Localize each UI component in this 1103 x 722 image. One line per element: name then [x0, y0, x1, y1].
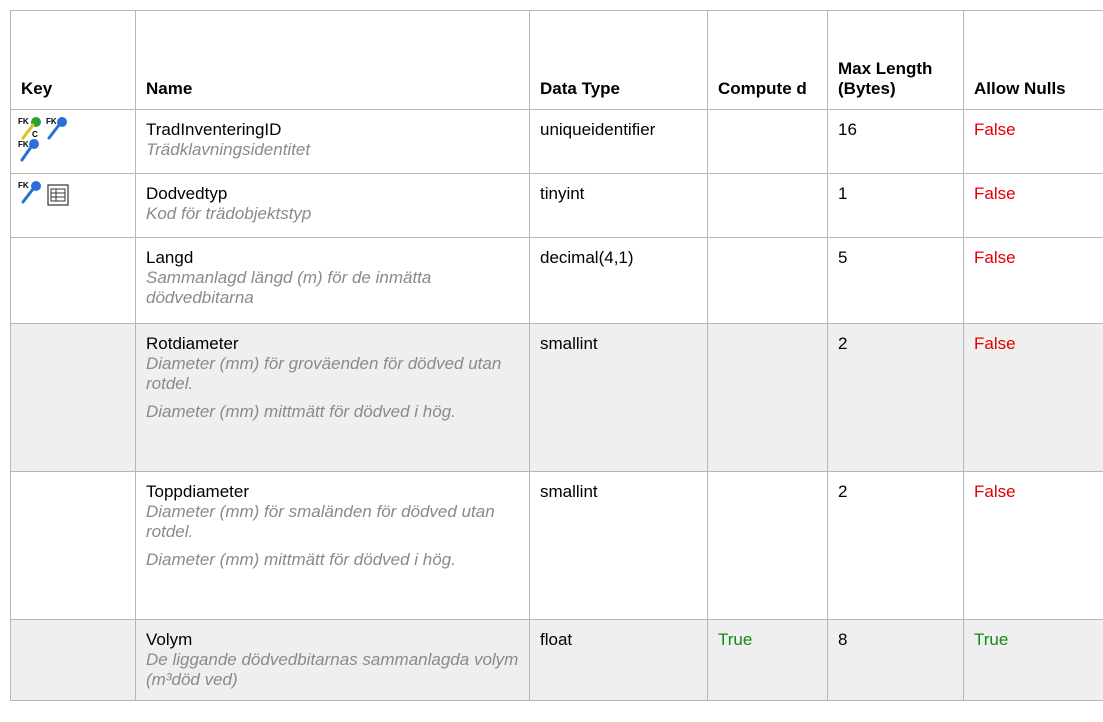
column-name: Volym — [146, 630, 193, 649]
svg-text:FK: FK — [18, 117, 29, 126]
table-row: Rotdiameter Diameter (mm) för groväenden… — [10, 323, 1103, 472]
column-description: Sammanlagd längd (m) för de inmätta dödv… — [146, 268, 519, 308]
max-length-cell: 8 — [827, 619, 964, 701]
header-computed: Compute d — [707, 10, 828, 110]
key-cell — [10, 237, 136, 324]
table-row: FK FK FK C TradInventeringID Trädklavnin… — [10, 109, 1103, 174]
column-name: Rotdiameter — [146, 334, 239, 353]
svg-text:FK: FK — [18, 181, 29, 190]
allow-nulls-cell: True — [963, 619, 1103, 701]
key-cell: FK — [10, 173, 136, 238]
description-line: Kod för trädobjektstyp — [146, 204, 312, 223]
key-cell — [10, 471, 136, 620]
allow-nulls-cell: False — [963, 237, 1103, 324]
svg-text:FK: FK — [46, 117, 57, 126]
allow-nulls-cell: False — [963, 471, 1103, 620]
name-cell: Rotdiameter Diameter (mm) för groväenden… — [135, 323, 530, 472]
header-max-length: Max Length (Bytes) — [827, 10, 964, 110]
allow-nulls-cell: False — [963, 173, 1103, 238]
description-line: Diameter (mm) för groväenden för dödved … — [146, 354, 502, 393]
max-length-cell: 2 — [827, 471, 964, 620]
table-row: Volym De liggande dödvedbitarnas sammanl… — [10, 619, 1103, 701]
table-row: FK Dodvedtyp Kod för trädobjektstyp tiny… — [10, 173, 1103, 238]
column-description: De liggande dödvedbitarnas sammanlagda v… — [146, 650, 519, 690]
description-line: Trädklavningsidentitet — [146, 140, 311, 159]
computed-cell — [707, 109, 828, 174]
description-line: De liggande dödvedbitarnas sammanlagda v… — [146, 650, 519, 689]
allow-nulls-cell: False — [963, 109, 1103, 174]
name-cell: TradInventeringID Trädklavningsidentitet — [135, 109, 530, 174]
table-row: Langd Sammanlagd längd (m) för de inmätt… — [10, 237, 1103, 324]
svg-text:C: C — [32, 130, 38, 139]
column-description: Kod för trädobjektstyp — [146, 204, 519, 224]
description-line: Sammanlagd längd (m) för de inmätta dödv… — [146, 268, 432, 307]
computed-cell — [707, 323, 828, 472]
data-type-cell: tinyint — [529, 173, 708, 238]
computed-cell — [707, 471, 828, 620]
column-name: TradInventeringID — [146, 120, 282, 139]
name-cell: Toppdiameter Diameter (mm) för smaländen… — [135, 471, 530, 620]
svg-text:FK: FK — [18, 140, 29, 149]
data-type-cell: smallint — [529, 323, 708, 472]
column-description: Diameter (mm) för groväenden för dödved … — [146, 354, 519, 422]
header-key: Key — [10, 10, 136, 110]
description-line: Diameter (mm) mittmätt för dödved i hög. — [146, 402, 456, 421]
lookup-table-icon — [47, 184, 69, 206]
data-type-cell: smallint — [529, 471, 708, 620]
description-line: Diameter (mm) mittmätt för dödved i hög. — [146, 550, 456, 569]
key-cell — [10, 619, 136, 701]
computed-cell: True — [707, 619, 828, 701]
header-row: Key Name Data Type Compute d Max Length … — [10, 10, 1103, 110]
column-name: Langd — [146, 248, 194, 267]
data-type-cell: decimal(4,1) — [529, 237, 708, 324]
name-cell: Dodvedtyp Kod för trädobjektstyp — [135, 173, 530, 238]
header-data-type: Data Type — [529, 10, 708, 110]
key-cell: FK FK FK C — [10, 109, 136, 174]
column-description: Trädklavningsidentitet — [146, 140, 519, 160]
max-length-cell: 1 — [827, 173, 964, 238]
column-description: Diameter (mm) för smaländen för dödved u… — [146, 502, 519, 570]
computed-cell — [707, 173, 828, 238]
max-length-cell: 2 — [827, 323, 964, 472]
computed-cell — [707, 237, 828, 324]
column-name: Toppdiameter — [146, 482, 250, 501]
max-length-cell: 5 — [827, 237, 964, 324]
columns-table-container: Key Name Data Type Compute d Max Length … — [10, 10, 1103, 701]
table-row: Toppdiameter Diameter (mm) för smaländen… — [10, 471, 1103, 620]
name-cell: Langd Sammanlagd längd (m) för de inmätt… — [135, 237, 530, 324]
max-length-cell: 16 — [827, 109, 964, 174]
allow-nulls-cell: False — [963, 323, 1103, 472]
name-cell: Volym De liggande dödvedbitarnas sammanl… — [135, 619, 530, 701]
header-name: Name — [135, 10, 530, 110]
fk-icon: FK FK FK C — [18, 117, 67, 162]
column-name: Dodvedtyp — [146, 184, 228, 203]
data-type-cell: float — [529, 619, 708, 701]
key-cell — [10, 323, 136, 472]
description-line: Diameter (mm) för smaländen för dödved u… — [146, 502, 495, 541]
data-type-cell: uniqueidentifier — [529, 109, 708, 174]
columns-table: Key Name Data Type Compute d Max Length … — [10, 10, 1103, 701]
header-allow-nulls: Allow Nulls — [963, 10, 1103, 110]
